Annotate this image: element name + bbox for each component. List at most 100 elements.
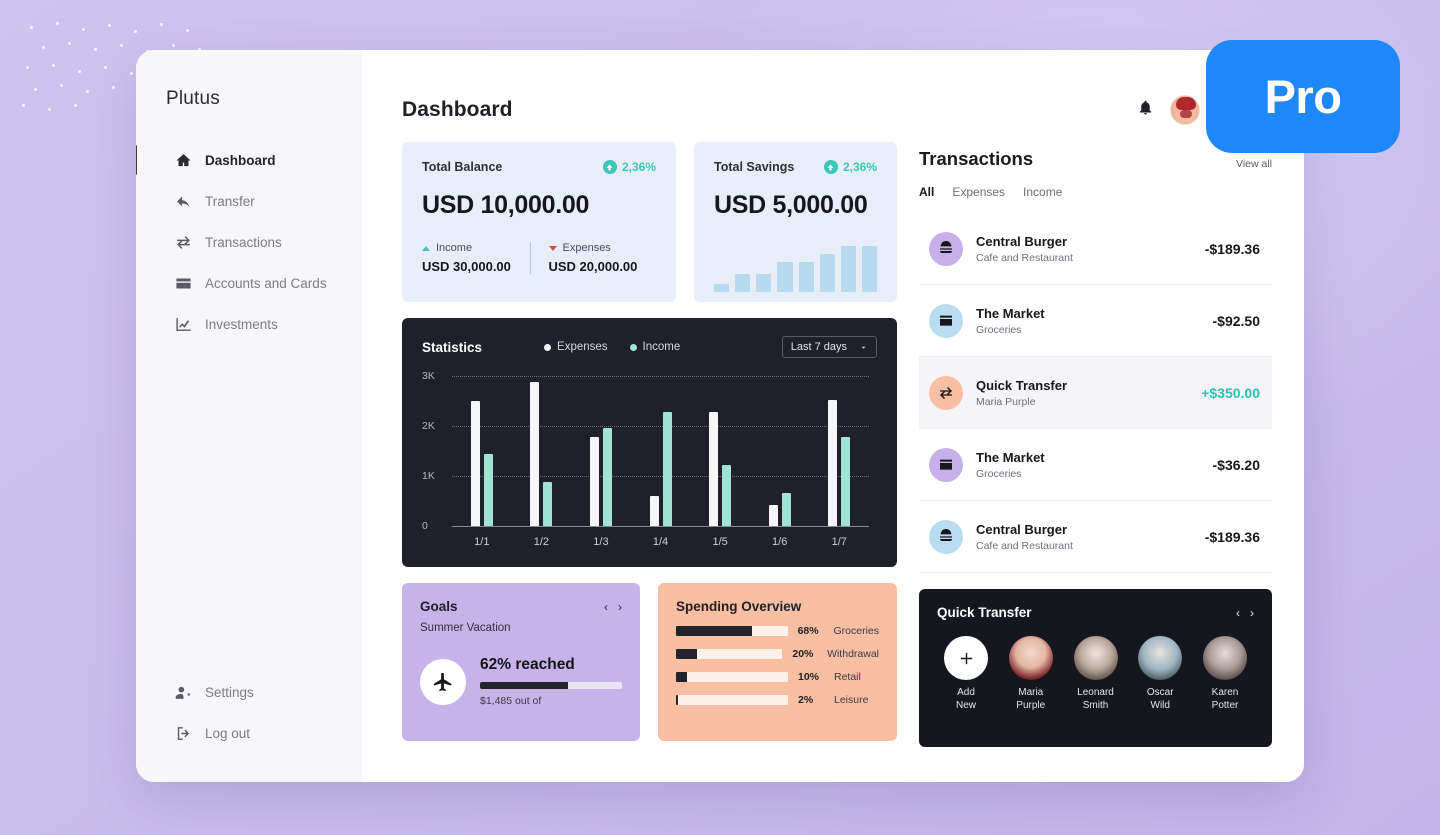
quick-transfer-person[interactable]: Leonard Smith [1067,636,1125,712]
sidebar-item-log-out[interactable]: Log out [136,713,362,754]
brand-logo: Plutus [166,88,221,109]
app-window: Plutus Dashboard Transfer Transactions Acco… [136,50,1304,782]
chart-bar-income [483,453,493,526]
transactions-list: Central Burger Cafe and Restaurant -$189.3… [919,213,1272,573]
transaction-row[interactable]: Central Burger Cafe and Restaurant -$189.3… [919,501,1272,573]
expenses-cell: Expenses USD 20,000.00 [529,242,657,274]
transaction-amount: -$36.20 [1212,456,1260,473]
store-icon [929,447,963,482]
avatar [1203,636,1247,680]
transaction-category: Maria Purple [976,395,1036,408]
sidebar-item-label: Dashboard [205,153,276,168]
airplane-icon [420,658,466,705]
left-column: Total Balance 2,36% USD 10,000.00 Income… [402,142,897,747]
avatar [1008,636,1053,680]
chart-x-tick: 1/3 [593,536,609,548]
quick-transfer-people: Add New Maria Purple Leonard Smith Oscar Wild Ka… [937,636,1254,712]
sidebar-item-label: Investments [205,317,278,332]
transaction-row[interactable]: The Market Groceries -$92.50 [919,285,1272,357]
goals-prev-button[interactable]: ‹ [604,601,608,613]
tab-all[interactable]: All [919,185,934,199]
arrow-up-circle-icon [602,160,617,174]
transaction-amount: +$350.00 [1201,384,1260,401]
range-selector[interactable]: Last 7 days [781,336,877,358]
credit-card-icon [174,275,192,293]
pro-badge: Pro [1206,40,1400,153]
goal-percent-label: 62% reached [480,656,575,673]
sidebar-item-transactions[interactable]: Transactions [136,222,362,263]
chart-bar-income [841,437,851,526]
sidebar-item-label: Log out [205,726,251,741]
transaction-amount: -$92.50 [1212,312,1260,329]
chart-bar-expenses [470,401,480,526]
transaction-amount: -$189.36 [1204,240,1260,257]
burger-icon [929,231,963,266]
store-icon [929,303,963,338]
total-savings-amount: USD 5,000.00 [714,191,868,219]
quick-transfer-prev-button[interactable]: ‹ [1236,607,1240,619]
arrow-up-circle-icon [823,160,838,174]
chart-x-tick: 1/6 [772,536,788,548]
transaction-name: Central Burger [976,233,1068,249]
chart-bar-income [662,412,672,526]
transaction-row[interactable]: Quick Transfer Maria Purple +$350.00 [919,357,1272,429]
spending-bar [676,626,788,636]
chart-bar-expenses [768,505,778,526]
transaction-row[interactable]: Central Burger Cafe and Restaurant -$189.3… [919,213,1272,285]
sidebar-item-accounts-and-cards[interactable]: Accounts and Cards [136,263,362,304]
quick-transfer-person[interactable]: Maria Purple [1002,636,1060,712]
goals-card: Goals ‹ › Summer Vacation 62% reached $1… [402,583,640,741]
sidebar-item-investments[interactable]: Investments [136,304,362,345]
total-balance-change: 2,36% [602,160,656,174]
chart-bars [452,376,869,526]
person-name: Leonard Smith [1077,687,1114,711]
balance-cards-row: Total Balance 2,36% USD 10,000.00 Income… [402,142,897,302]
background-watermark: dribbble.com/shots [800,786,892,797]
chart-bar-expenses [589,437,599,526]
transaction-category: Cafe and Restaurant [976,539,1073,552]
person-name: Add New [955,687,976,711]
quick-transfer-person[interactable]: Oscar Wild [1131,636,1189,712]
spending-percent: 20% [792,648,814,660]
chart-y-tick: 0 [422,520,428,532]
spending-category: Groceries [833,625,879,637]
sidebar-nav: Dashboard Transfer Transactions Accounts an… [136,140,362,345]
quick-transfer-person[interactable]: Karen Potter [1196,636,1254,712]
statistics-card: Statistics Expenses Income Last 7 days 3K… [402,318,897,567]
goals-next-button[interactable]: › [618,601,622,613]
chart-bar-expenses [649,496,659,526]
sidebar-item-label: Accounts and Cards [205,276,327,291]
spending-category: Leisure [834,694,869,706]
add-new-button[interactable]: Add New [937,636,995,712]
sidebar-item-transfer[interactable]: Transfer [136,181,362,222]
tab-income[interactable]: Income [1023,185,1062,199]
chart-bar-group [571,376,631,526]
burger-icon [929,519,963,554]
total-savings-label: Total Savings [714,160,795,174]
sidebar-item-label: Transactions [205,235,282,250]
spending-category: Retail [834,671,861,683]
transaction-info: Central Burger Cafe and Restaurant [976,522,1192,552]
sidebar-item-dashboard[interactable]: Dashboard [136,140,362,181]
legend-dot [544,343,552,351]
savings-sparkline [714,246,877,292]
transaction-name: The Market [976,305,1045,321]
chart-y-tick: 3K [422,370,435,382]
tab-expenses[interactable]: Expenses [952,185,1005,199]
person-name: Karen Potter [1211,687,1239,711]
quick-transfer-card: Quick Transfer ‹ › Add New Maria Purple Leon… [919,589,1272,747]
spending-row: 20% Withdrawal [676,648,879,660]
sidebar-item-label: Transfer [205,194,255,209]
transaction-category: Cafe and Restaurant [976,251,1073,264]
bell-icon[interactable] [1137,99,1154,121]
transaction-name: Quick Transfer [976,377,1068,393]
chart-x-tick: 1/1 [474,536,490,548]
legend-label: Expenses [557,341,608,353]
person-name: Maria Purple [1016,687,1046,711]
sidebar-item-label: Settings [205,685,254,700]
view-all-link[interactable]: View all [1236,158,1272,170]
avatar[interactable] [1169,95,1200,125]
transaction-row[interactable]: The Market Groceries -$36.20 [919,429,1272,501]
sidebar-item-settings[interactable]: Settings [136,672,362,713]
quick-transfer-next-button[interactable]: › [1250,607,1254,619]
